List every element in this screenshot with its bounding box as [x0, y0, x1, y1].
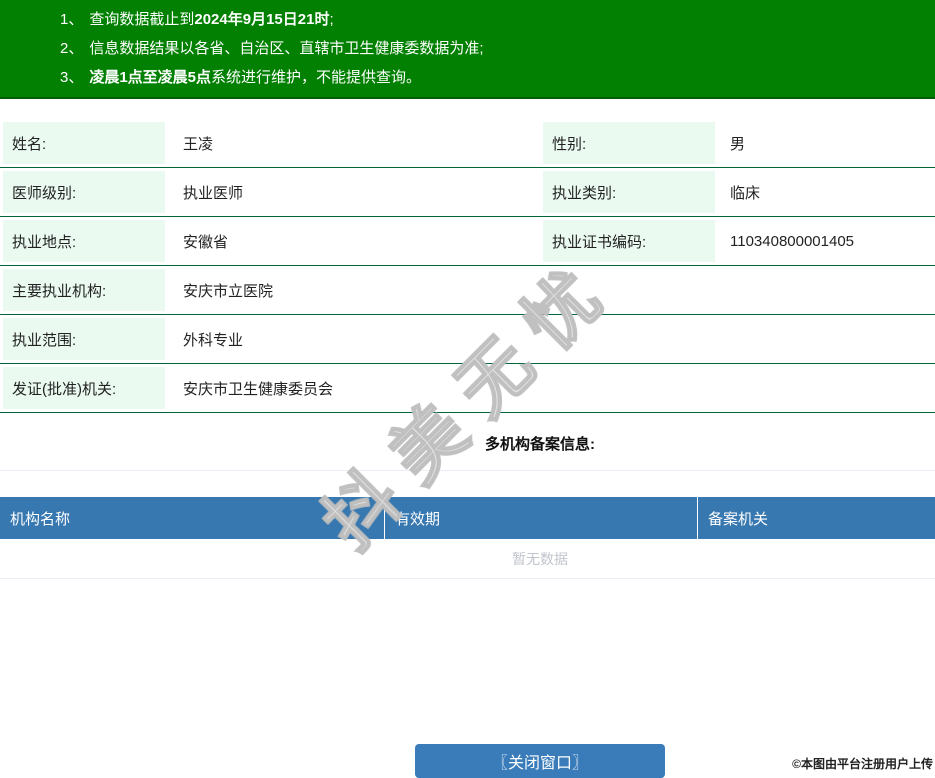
profile-field-value: 临床: [730, 184, 761, 202]
profile-field-value: 男: [730, 135, 746, 153]
profile-cell-half: 性别: 男: [540, 119, 935, 167]
profile-cell-half: 执业证书编码: 110340800001405: [540, 217, 935, 265]
profile-cell-half: 执业地点: 安徽省: [0, 217, 540, 265]
filing-section-title: 多机构备案信息:: [0, 413, 935, 471]
notice-line-text: 信息数据结果以各省、自治区、直辖市卫生健康委数据为准;: [89, 40, 484, 57]
table-row: 医师级别: 执业医师 执业类别: 临床: [0, 168, 935, 217]
table-row: 执业地点: 安徽省 执业证书编码: 110340800001405: [0, 217, 935, 266]
notice-line-number: 3、: [60, 69, 84, 86]
notice-line-bold-text: 2024年9月15日21时: [194, 11, 330, 28]
profile-field-label: 执业类别:: [543, 171, 715, 213]
notice-line-bold-text: 凌晨1点至凌晨5点: [89, 69, 212, 86]
profile-cell-full: 发证(批准)机关: 安庆市卫生健康委员会: [0, 364, 935, 412]
filing-column-header: 机构名称: [0, 497, 385, 539]
filing-column-header: 备案机关: [708, 510, 769, 528]
notice-line-number: 2、: [60, 40, 84, 57]
profile-field-label: 发证(批准)机关:: [3, 367, 165, 409]
notice-line-text: 查询数据截止到: [89, 11, 195, 28]
table-row: 姓名: 王凌 性别: 男: [0, 119, 935, 168]
profile-cell-half: 姓名: 王凌: [0, 119, 540, 167]
profile-cell-full: 主要执业机构: 安庆市立医院: [0, 266, 935, 314]
table-row: 执业范围: 外科专业: [0, 315, 935, 364]
profile-cell-half: 执业类别: 临床: [540, 168, 935, 216]
notice-line-text: 系统进行维护，不能提供查询。: [211, 69, 422, 86]
profile-field-label: 执业证书编码:: [543, 220, 715, 262]
filing-empty-text: 暂无数据: [0, 539, 935, 579]
profile-field-value: 安庆市立医院: [183, 282, 274, 300]
profile-cell-half: 医师级别: 执业医师: [0, 168, 540, 216]
profile-field-label: 执业地点:: [3, 220, 165, 262]
profile-field-value: 外科专业: [183, 331, 244, 349]
filing-column-header: 有效期: [385, 497, 698, 539]
table-row: 发证(批准)机关: 安庆市卫生健康委员会: [0, 364, 935, 413]
profile-field-label: 性别:: [543, 122, 715, 164]
profile-cell-full: 执业范围: 外科专业: [0, 315, 935, 363]
notice-line: 2、 信息数据结果以各省、自治区、直辖市卫生健康委数据为准;: [60, 34, 925, 63]
notice-line: 1、 查询数据截止到2024年9月15日21时;: [60, 5, 925, 34]
uploader-stamp: ©本图由平台注册用户上传: [792, 757, 933, 771]
notice-banner: 1、 查询数据截止到2024年9月15日21时; 2、 信息数据结果以各省、自治区、直…: [0, 0, 935, 99]
profile-field-label: 执业范围:: [3, 318, 165, 360]
query-result-page: 1、 查询数据截止到2024年9月15日21时; 2、 信息数据结果以各省、自治区、直…: [0, 0, 935, 778]
profile-field-value: 安徽省: [183, 233, 229, 251]
profile-field-value: 安庆市卫生健康委员会: [183, 380, 334, 398]
notice-line-number: 1、: [60, 11, 84, 28]
profile-field-value: 110340800001405: [730, 232, 855, 250]
profile-field-label: 主要执业机构:: [3, 269, 165, 311]
profile-field-label: 医师级别:: [3, 171, 165, 213]
notice-line-text: ;: [329, 11, 334, 28]
profile-table: 姓名: 王凌 性别: 男医师级别: 执业医师 执业类别: 临床执业地点: 安徽省 执业证书编码:…: [0, 119, 935, 413]
table-row: 主要执业机构: 安庆市立医院: [0, 266, 935, 315]
notice-line: 3、 凌晨1点至凌晨5点系统进行维护，不能提供查询。: [60, 63, 925, 92]
filing-table-header: 机构名称 有效期 备案机关: [0, 497, 935, 539]
profile-field-label: 姓名:: [3, 122, 165, 164]
profile-field-value: 王凌: [183, 135, 214, 153]
close-window-button[interactable]: 〖关闭窗口〗: [415, 744, 665, 778]
profile-field-value: 执业医师: [183, 184, 244, 202]
